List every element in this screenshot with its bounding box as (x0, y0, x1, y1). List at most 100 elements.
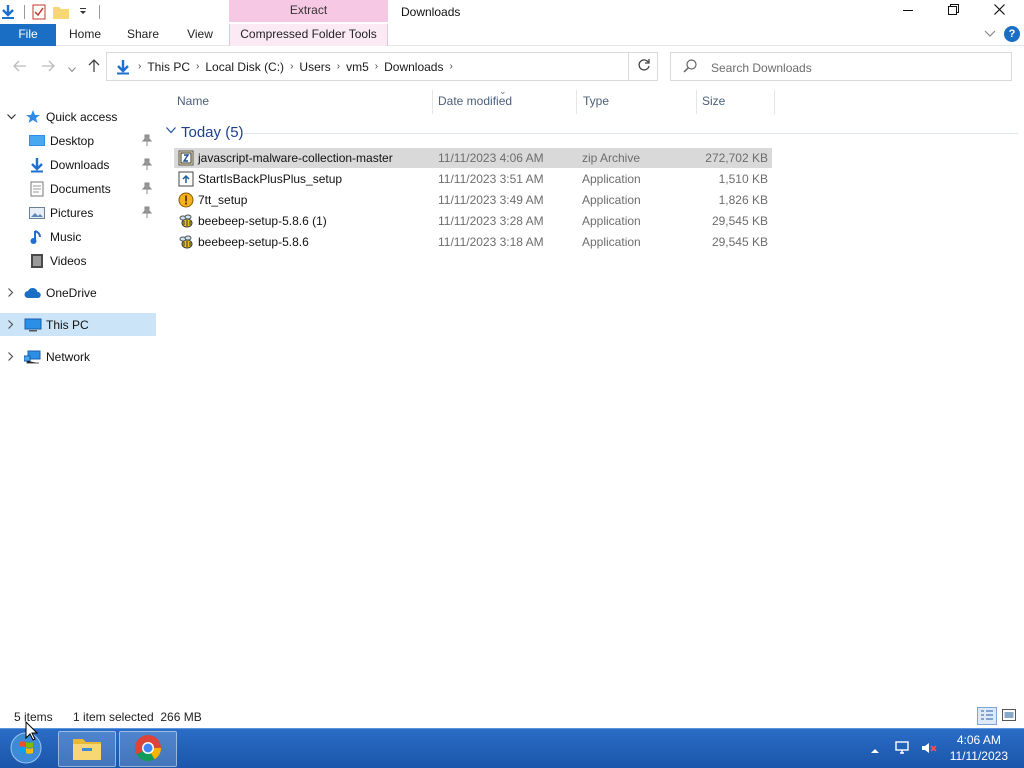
status-bar: 5 items 1 item selected 266 MB (0, 706, 1024, 728)
file-name: javascript-malware-collection-master (198, 151, 393, 165)
nav-item-music[interactable]: Music (0, 225, 156, 248)
minimize-button[interactable] (885, 0, 931, 22)
chevron-right-icon[interactable]: › (138, 61, 141, 72)
up-button[interactable] (84, 58, 104, 76)
column-header-type[interactable]: Type (583, 90, 609, 114)
column-divider[interactable] (432, 90, 433, 114)
nav-label: Videos (50, 253, 87, 268)
pin-icon[interactable] (141, 182, 153, 197)
forward-button[interactable] (38, 58, 58, 76)
file-row[interactable]: 7tt_setup 11/11/2023 3:49 AM Application… (174, 190, 772, 210)
column-divider[interactable] (774, 90, 775, 114)
chevron-right-icon[interactable]: › (290, 61, 293, 72)
chevron-right-icon[interactable]: › (337, 61, 340, 72)
nav-label: OneDrive (46, 285, 97, 300)
volume-muted-icon (920, 740, 938, 759)
file-date: 11/11/2023 3:51 AM (438, 172, 544, 186)
chevron-right-icon[interactable] (4, 352, 18, 361)
videos-icon (28, 252, 46, 270)
column-divider[interactable] (576, 90, 577, 114)
chevron-down-icon[interactable] (75, 4, 91, 20)
chevron-down-icon[interactable] (166, 126, 176, 137)
clock-date: 11/11/2023 (949, 749, 1008, 763)
nav-item-videos[interactable]: Videos (0, 249, 156, 272)
file-row[interactable]: javascript-malware-collection-master 11/… (174, 148, 772, 168)
pin-icon[interactable] (141, 134, 153, 149)
tab-file[interactable]: File (0, 24, 56, 46)
search-input[interactable]: Search Downloads (711, 61, 812, 75)
file-row[interactable]: beebeep-setup-5.8.6 11/11/2023 3:18 AM A… (174, 232, 772, 252)
crumb-users[interactable]: Users (299, 60, 330, 74)
pin-icon[interactable] (141, 158, 153, 173)
chevron-right-icon[interactable]: › (375, 61, 378, 72)
details-view-icon (980, 709, 994, 724)
taskbar-file-explorer-button[interactable] (58, 731, 116, 767)
chevron-right-icon[interactable] (4, 320, 18, 329)
recent-locations-button[interactable] (62, 59, 82, 77)
nav-item-desktop[interactable]: Desktop (0, 129, 156, 152)
chevron-right-icon[interactable]: › (449, 61, 452, 72)
network-icon (24, 348, 42, 366)
address-bar[interactable]: › This PC › Local Disk (C:) › Users › vm… (106, 52, 724, 81)
search-box[interactable]: Search Downloads (670, 52, 1012, 81)
taskbar-clock[interactable]: 4:06 AM 11/11/2023 (950, 732, 1008, 764)
computer-icon (24, 316, 42, 334)
file-name: beebeep-setup-5.8.6 (198, 235, 309, 249)
crumb-this-pc[interactable]: This PC (147, 60, 190, 74)
tab-home[interactable]: Home (62, 24, 108, 46)
chevron-right-icon[interactable] (4, 288, 18, 297)
details-view-button[interactable] (977, 707, 997, 725)
expand-ribbon-icon[interactable] (984, 27, 996, 41)
nav-quick-access[interactable]: Quick access (0, 105, 156, 128)
search-icon (683, 59, 697, 76)
help-icon[interactable]: ? (1004, 26, 1020, 42)
restore-button[interactable] (930, 0, 976, 22)
nav-network[interactable]: Network (0, 345, 156, 368)
minimize-icon (903, 4, 913, 18)
crumb-local-disk[interactable]: Local Disk (C:) (205, 60, 284, 74)
chevron-down-icon[interactable] (4, 113, 18, 120)
back-button[interactable] (10, 58, 30, 76)
file-name: 7tt_setup (198, 193, 248, 207)
column-header-size[interactable]: Size (702, 90, 725, 114)
show-hidden-icons-button[interactable] (868, 729, 882, 768)
tab-view[interactable]: View (178, 24, 222, 46)
nav-item-pictures[interactable]: Pictures (0, 201, 156, 224)
nav-item-downloads[interactable]: Downloads (0, 153, 156, 176)
crumb-downloads[interactable]: Downloads (384, 60, 443, 74)
nav-this-pc[interactable]: This PC (0, 313, 156, 336)
chrome-icon (134, 734, 162, 765)
crumb-vm5[interactable]: vm5 (346, 60, 369, 74)
file-type: Application (582, 193, 641, 207)
tab-compressed-folder-tools[interactable]: Compressed Folder Tools (229, 24, 388, 46)
restore-icon (947, 4, 959, 18)
music-icon (28, 228, 46, 246)
close-button[interactable] (976, 0, 1022, 22)
close-icon (993, 4, 1005, 18)
column-header-name[interactable]: Name (177, 90, 209, 114)
group-header-today[interactable]: Today (5) (166, 123, 1018, 143)
column-header-date[interactable]: Date modified (438, 90, 512, 114)
file-size: 272,702 KB (705, 151, 768, 165)
properties-icon[interactable] (31, 4, 47, 20)
new-folder-icon[interactable] (53, 4, 69, 20)
large-icons-view-button[interactable] (999, 707, 1019, 725)
file-row[interactable]: beebeep-setup-5.8.6 (1) 11/11/2023 3:28 … (174, 211, 772, 231)
up-arrow-icon (88, 58, 100, 76)
beebeep-app-icon (178, 213, 194, 229)
nav-item-documents[interactable]: Documents (0, 177, 156, 200)
tab-share[interactable]: Share (120, 24, 166, 46)
file-name: beebeep-setup-5.8.6 (1) (198, 214, 327, 228)
refresh-button[interactable] (628, 53, 658, 80)
column-divider[interactable] (696, 90, 697, 114)
downloads-icon (115, 59, 131, 75)
chevron-right-icon[interactable]: › (196, 61, 199, 72)
network-tray-button[interactable] (892, 729, 914, 768)
taskbar-chrome-button[interactable] (119, 731, 177, 767)
volume-tray-button[interactable] (918, 729, 940, 768)
pin-icon[interactable] (141, 206, 153, 221)
down-arrow-icon[interactable] (0, 4, 16, 20)
file-row[interactable]: StartIsBackPlusPlus_setup 11/11/2023 3:5… (174, 169, 772, 189)
star-icon (24, 108, 42, 126)
nav-onedrive[interactable]: OneDrive (0, 281, 156, 304)
